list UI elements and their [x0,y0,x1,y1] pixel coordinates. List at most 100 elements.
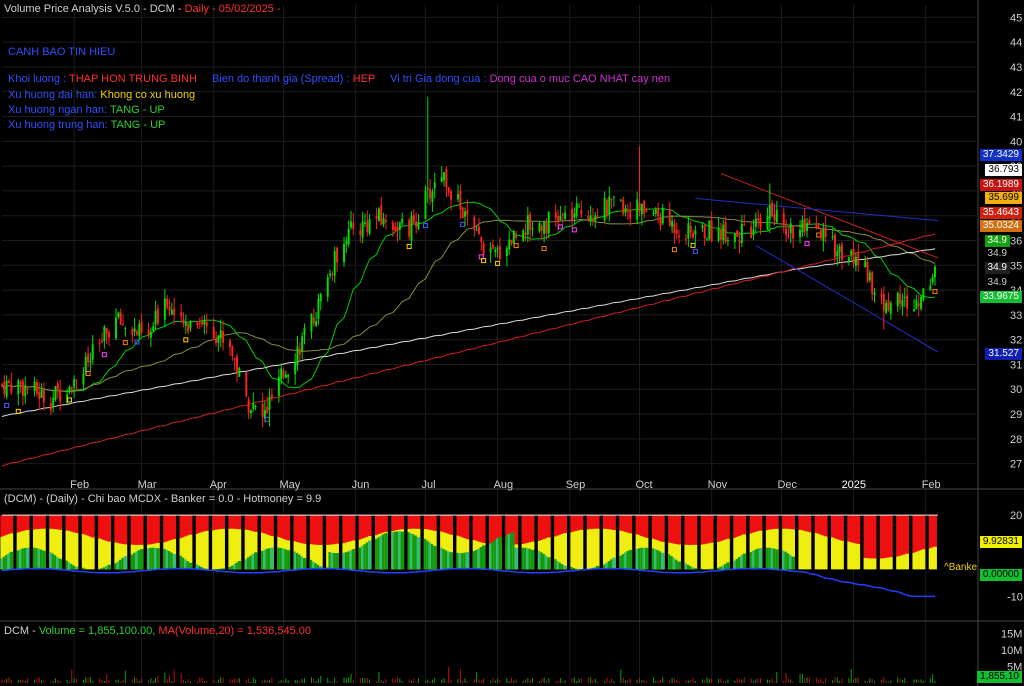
price-tick: 35 [1010,260,1022,272]
mcdx-yellow-bar [905,553,910,570]
mcdx-red-bar [628,515,633,534]
signal-row-2: Xu huong dai han: Khong co xu huong [8,89,195,101]
candle-body [173,308,176,315]
candle-body [496,248,499,250]
candle-body [838,246,841,253]
x-tick-8: Oct [636,479,653,491]
mcdx-yellow-bar [921,549,926,570]
spread-value: HEP [352,73,376,85]
candle-body [219,330,222,339]
mcdx-yellow-bar [319,544,323,570]
candle-body [717,227,720,241]
mcdx-red-bar [481,515,486,543]
volume-label: 1,855,10 [977,671,1022,683]
candle-body [443,172,446,181]
candle-body [450,191,453,200]
candle-body [254,405,257,407]
vpa-marker [460,221,466,227]
mcdx-green-bar [123,556,128,570]
mcdx-green-bar [367,540,372,570]
x-tick-1: Mar [138,479,157,491]
candle-body [382,218,385,225]
mcdx-title: (DCM) - (Daily) - Chi bao MCDX - Banker … [4,493,322,505]
mcdx-red-bar [547,515,551,538]
mcdx-yellow-bar [91,537,95,570]
vpa-chart[interactable]: 4544434241403938373635343332313029282720… [0,0,1024,686]
signals-heading: CANH BAO TIN HIEU [8,46,116,58]
candle-body [824,226,827,237]
mcdx-red-bar [856,515,861,544]
candle-body [138,323,141,337]
candle-body [140,321,143,333]
mcdx-green-bar [530,549,535,570]
vpa-marker [557,224,563,230]
candle-body [482,243,485,255]
candle-body [726,239,729,242]
candle-body [33,381,36,391]
mcdx-red-bar [872,515,877,559]
mcdx-green-bar [677,561,681,570]
candle-body [708,220,711,239]
candle-body [559,216,562,220]
candle-body [510,239,513,244]
candle-body [622,199,625,215]
candle-body [578,206,580,208]
candle-body [671,220,674,227]
candle-body [180,312,183,317]
candle-body [575,203,578,216]
candle-body [596,216,599,218]
x-tick-4: Jun [352,479,370,491]
mcdx-red-bar [889,515,893,558]
candle-body [836,251,839,257]
candle-body [336,247,339,263]
mcdx-red-bar [807,515,812,533]
candle-body [652,212,655,214]
price-tick: 32 [1010,335,1022,347]
candle-body [817,225,820,228]
candle-body [703,225,706,239]
mcdx-green-bar [661,552,665,570]
candle-body [757,218,760,221]
mcdx-red-bar [400,515,405,530]
candle-body [89,360,92,363]
candle-body [619,199,622,201]
mcdx-green-bar [791,556,795,570]
candle-body [296,346,299,366]
candle-body [608,196,611,214]
candle-body [873,292,876,296]
candle-body [624,208,627,213]
volume-title: DCM - Volume = 1,855,100.00, MA(Volume,2… [4,625,311,637]
mcdx-red-bar [107,515,111,542]
mcdx-green-bar [302,558,307,570]
mcdx-green-bar [221,567,225,570]
chart-axes: 4544434241403938373635343332313029282720… [0,0,1024,686]
mcdx-green-bar [612,557,616,570]
candle-body [119,312,122,325]
candle-body [840,244,843,260]
candle-body [82,373,85,385]
candle-body [363,222,366,224]
mid-trend-label: Xu huong trung han: [8,119,108,131]
candle-body [564,212,567,219]
candle-body [866,262,869,282]
spread-label: Bien do thanh gia (Spread) : [211,73,350,85]
vpa-marker [406,243,412,249]
candle-body [833,234,836,258]
mcdx-green-bar [172,554,177,570]
candle-body [903,296,906,298]
candle-body [759,217,762,228]
candle-body [229,340,231,348]
candle-body [587,216,590,219]
candle-body [636,199,639,220]
mcdx-red-bar [335,515,339,544]
candle-body [808,220,811,224]
candle-body [91,344,94,360]
mcdx-red-bar [384,515,388,532]
candle-body [934,266,936,278]
mcdx-green-bar [710,568,714,570]
vpa-marker [122,340,128,346]
candle-body [21,381,24,396]
candle-body [750,226,753,238]
candle-body [754,218,757,227]
mcdx-red-bar [661,515,665,542]
